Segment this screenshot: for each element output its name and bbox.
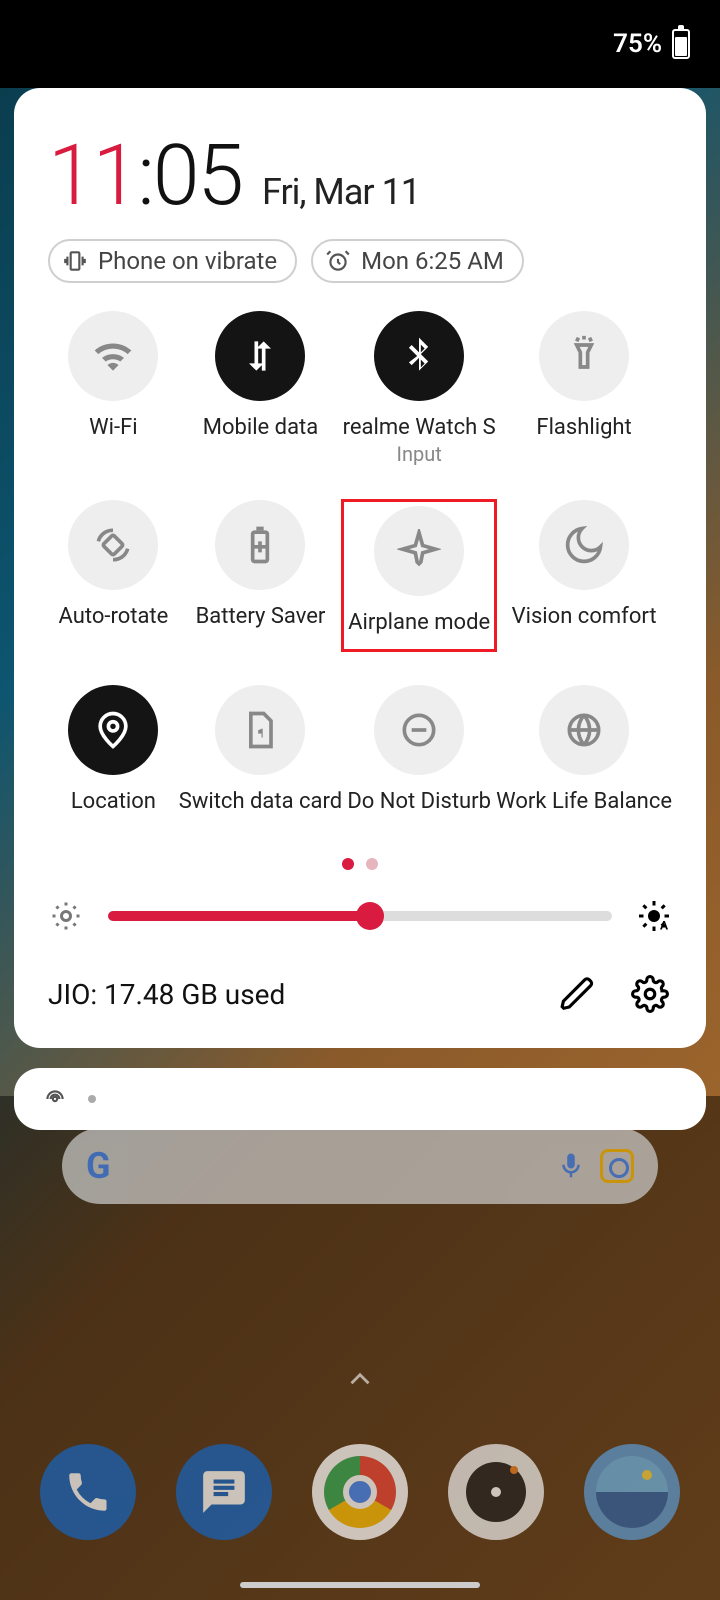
tile-auto-rotate-toggle[interactable] <box>68 500 158 590</box>
brightness-auto-icon[interactable]: A <box>636 898 672 934</box>
date-label[interactable]: Fri, Mar 11 <box>262 171 420 213</box>
tile-vision-toggle[interactable] <box>539 500 629 590</box>
tile-flashlight-toggle[interactable] <box>539 311 629 401</box>
tile-watch-sublabel: Input <box>397 442 442 466</box>
page-dot-1 <box>342 858 354 870</box>
lens-icon[interactable] <box>600 1149 634 1183</box>
data-usage-label[interactable]: JIO: 17.48 GB used <box>48 978 528 1011</box>
clock-minutes: 05 <box>153 126 242 225</box>
alarm-icon <box>325 248 351 274</box>
tile-wifi[interactable]: Wi-Fi <box>48 311 179 466</box>
app-gallery[interactable] <box>584 1444 680 1540</box>
tile-dnd-toggle[interactable] <box>374 685 464 775</box>
quick-settings-panel: 11:05 Fri, Mar 11 Phone on vibrate Mon 6… <box>14 88 706 1048</box>
flashlight-icon <box>562 334 606 378</box>
chip-vibrate-label: Phone on vibrate <box>98 247 277 275</box>
tile-battery-saver-toggle[interactable] <box>215 500 305 590</box>
google-logo-icon: G <box>86 1145 111 1187</box>
tile-mobile-data[interactable]: Mobile data <box>179 311 342 466</box>
tile-wlb-toggle[interactable] <box>539 685 629 775</box>
tile-watch[interactable]: realme Watch SInput <box>342 311 496 466</box>
brightness-row: A <box>48 898 672 934</box>
dnd-icon <box>397 708 441 752</box>
tile-location[interactable]: Location <box>48 685 179 814</box>
app-dock <box>0 1444 720 1540</box>
app-phone[interactable] <box>40 1444 136 1540</box>
tile-auto-rotate[interactable]: Auto-rotate <box>48 500 179 651</box>
hotspot-icon <box>42 1086 68 1112</box>
google-search-bar[interactable]: G <box>62 1128 658 1204</box>
clock-hours: 11 <box>48 126 137 225</box>
tile-vision-label: Vision comfort <box>512 604 657 629</box>
tile-auto-rotate-label: Auto-rotate <box>58 604 168 629</box>
settings-button[interactable] <box>628 972 672 1016</box>
app-chrome[interactable] <box>312 1444 408 1540</box>
tile-flashlight-label: Flashlight <box>536 415 631 440</box>
tile-watch-label: realme Watch S <box>343 415 496 440</box>
airplane-icon <box>397 529 441 573</box>
vibrate-icon <box>62 248 88 274</box>
tile-flashlight[interactable]: Flashlight <box>496 311 672 466</box>
notification-row[interactable] <box>14 1068 706 1130</box>
location-icon <box>91 708 135 752</box>
status-bar: 75% <box>0 0 720 88</box>
tiles-grid: Wi-Fi Mobile data realme Watch SInput Flash… <box>48 311 672 814</box>
chip-vibrate[interactable]: Phone on vibrate <box>48 239 297 283</box>
moon-icon <box>562 523 606 567</box>
svg-text:1: 1 <box>259 726 266 741</box>
battery-percent: 75% <box>613 29 662 59</box>
data-icon <box>238 334 282 378</box>
tile-location-label: Location <box>71 789 156 814</box>
tile-battery-saver[interactable]: Battery Saver <box>179 500 342 651</box>
clock[interactable]: 11:05 <box>48 126 242 225</box>
tile-airplane-label: Airplane mode <box>348 610 490 635</box>
tile-battery-saver-label: Battery Saver <box>196 604 326 629</box>
brightness-thumb[interactable] <box>356 902 384 930</box>
tile-mobile-data-toggle[interactable] <box>215 311 305 401</box>
battery-icon <box>672 29 690 59</box>
panel-footer: JIO: 17.48 GB used <box>48 972 672 1016</box>
brightness-fill <box>108 911 370 921</box>
tile-airplane-toggle[interactable] <box>374 506 464 596</box>
sim-icon: 1 <box>238 708 282 752</box>
tile-wlb-label: Work Life Balance <box>496 789 672 814</box>
brightness-slider[interactable] <box>108 911 612 921</box>
tile-dnd-label: Do Not Disturb <box>347 789 491 814</box>
mic-icon[interactable] <box>556 1151 586 1181</box>
wifi-icon <box>91 334 135 378</box>
battery-icon <box>238 523 282 567</box>
brightness-low-icon <box>48 898 84 934</box>
tile-wifi-toggle[interactable] <box>68 311 158 401</box>
bluetooth-icon <box>397 334 441 378</box>
svg-text:A: A <box>660 919 669 933</box>
app-messages[interactable] <box>176 1444 272 1540</box>
tile-switch-sim-toggle[interactable]: 1 <box>215 685 305 775</box>
globe-icon <box>562 708 606 752</box>
chip-alarm-label: Mon 6:25 AM <box>361 247 504 275</box>
tile-vision[interactable]: Vision comfort <box>496 500 672 651</box>
tile-wifi-label: Wi-Fi <box>89 415 137 440</box>
tile-switch-sim[interactable]: 1 Switch data card <box>179 685 342 814</box>
tile-mobile-data-label: Mobile data <box>203 415 318 440</box>
page-dot-2 <box>366 858 378 870</box>
tile-switch-sim-label: Switch data card <box>179 789 342 814</box>
tile-watch-toggle[interactable] <box>374 311 464 401</box>
edit-tiles-button[interactable] <box>556 972 600 1016</box>
navbar-pill[interactable] <box>240 1582 480 1588</box>
rotate-icon <box>91 523 135 567</box>
tile-wlb[interactable]: Work Life Balance <box>496 685 672 814</box>
chip-alarm[interactable]: Mon 6:25 AM <box>311 239 524 283</box>
notif-dot <box>88 1095 96 1103</box>
tile-dnd[interactable]: Do Not Disturb <box>342 685 496 814</box>
page-indicator <box>48 858 672 870</box>
app-camera[interactable] <box>448 1444 544 1540</box>
tile-location-toggle[interactable] <box>68 685 158 775</box>
tile-airplane[interactable]: Airplane mode <box>342 500 496 651</box>
clock-row: 11:05 Fri, Mar 11 <box>48 126 672 225</box>
chevron-up-icon[interactable] <box>343 1362 377 1400</box>
